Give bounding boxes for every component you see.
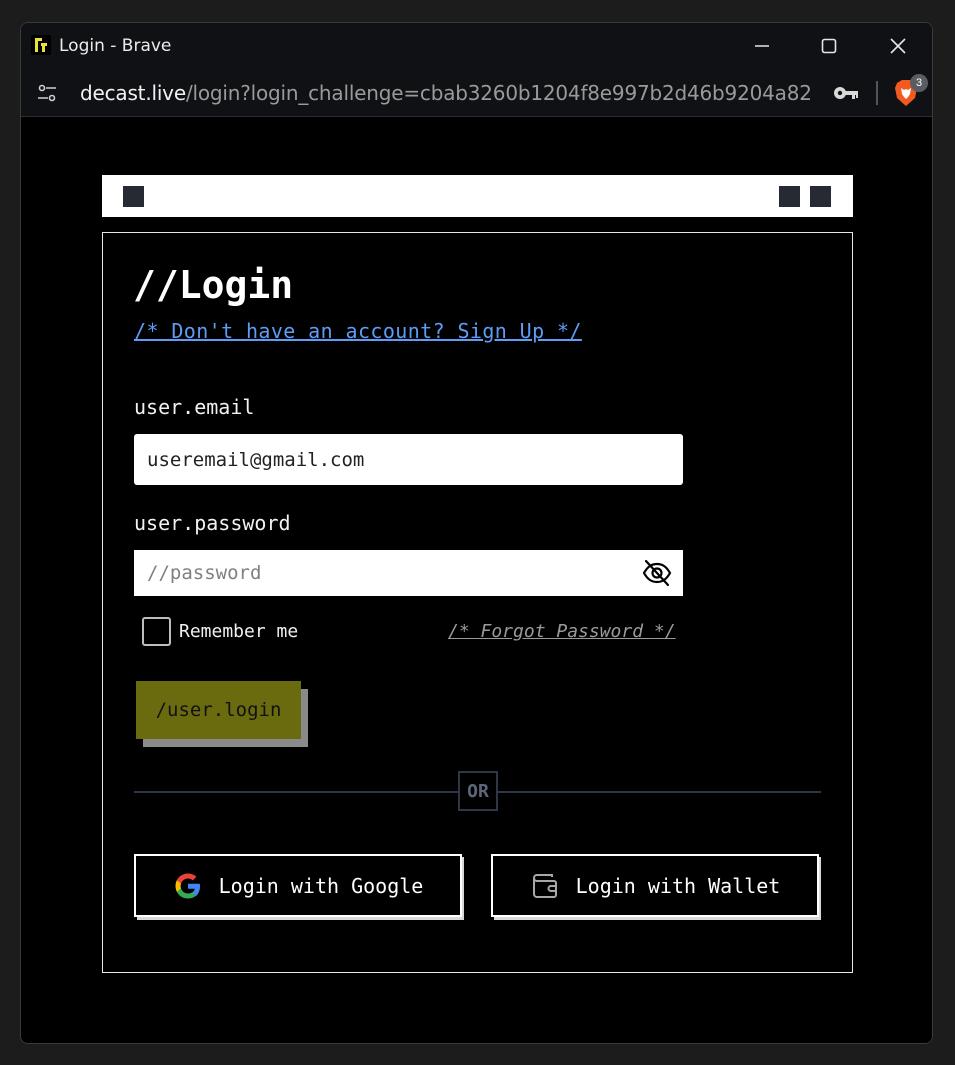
header-square-icon (123, 186, 144, 207)
password-field[interactable] (134, 550, 683, 596)
password-label: user.password (134, 511, 291, 535)
or-divider: OR (458, 771, 498, 811)
minimize-button[interactable] (730, 23, 794, 69)
signup-link[interactable]: /* Don't have an account? Sign Up */ (134, 319, 582, 343)
divider-line (498, 791, 821, 793)
wallet-login-label: Login with Wallet (575, 873, 781, 898)
google-login-button[interactable]: Login with Google (134, 854, 462, 917)
google-icon (175, 873, 200, 898)
eye-slash-icon[interactable] (641, 557, 673, 589)
maximize-icon (821, 38, 837, 54)
remember-label: Remember me (179, 621, 299, 642)
wallet-icon (532, 873, 557, 898)
header-square-icon (810, 186, 831, 207)
site-controls-icon[interactable] (37, 83, 57, 103)
login-button[interactable]: /user.login (136, 681, 301, 739)
login-card: //Login /* Don't have an account? Sign U… (102, 232, 853, 973)
maximize-button[interactable] (797, 23, 861, 69)
url-field[interactable]: decast.live/login?login_challenge=cbab32… (80, 81, 812, 105)
url-host: decast.live (80, 81, 186, 105)
google-login-label: Login with Google (218, 873, 424, 898)
email-field[interactable] (134, 434, 683, 485)
page-content: //Login /* Don't have an account? Sign U… (21, 118, 932, 1043)
close-icon (890, 38, 906, 54)
address-separator (876, 81, 878, 105)
address-bar: decast.live/login?login_challenge=cbab32… (21, 69, 932, 117)
window-title: Login - Brave (59, 36, 172, 56)
remember-checkbox[interactable] (142, 617, 171, 646)
decast-app-icon (31, 35, 51, 55)
divider-line (134, 791, 458, 793)
minimize-icon (755, 45, 769, 47)
browser-window: Login - Brave decast.live/login?login_ch… (20, 22, 933, 1044)
url-path: /login?login_challenge=cbab3260b1204f8e9… (185, 81, 812, 105)
wallet-login-button[interactable]: Login with Wallet (491, 854, 819, 917)
close-button[interactable] (866, 23, 930, 69)
forgot-password-link[interactable]: /* Forgot Password */ (448, 621, 676, 642)
title-bar: Login - Brave (21, 23, 932, 69)
page-title: //Login (133, 263, 294, 307)
brave-badge-count: 3 (910, 74, 928, 92)
header-bar (102, 175, 853, 217)
email-label: user.email (134, 395, 255, 419)
header-square-icon (779, 186, 800, 207)
key-icon[interactable] (833, 83, 859, 103)
